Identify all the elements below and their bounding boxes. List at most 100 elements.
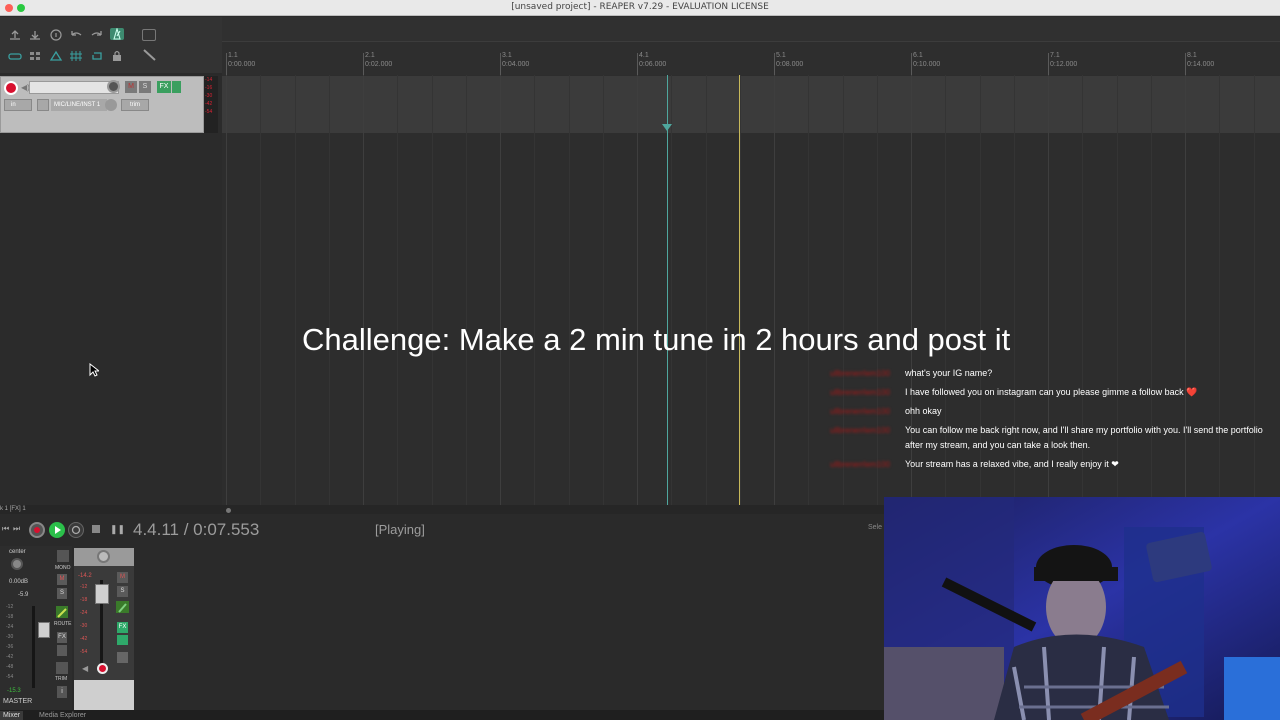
master-info-icon[interactable]: i xyxy=(57,686,67,698)
grid-line xyxy=(705,75,707,505)
master-meter-tick: -18 xyxy=(6,614,14,620)
loop-icon xyxy=(92,52,102,60)
title-bar: [unsaved project] - REAPER v7.29 - EVALU… xyxy=(0,0,1280,16)
undo-button[interactable] xyxy=(69,29,83,41)
input-monitor-button[interactable]: in xyxy=(4,99,32,111)
track-trim-button[interactable] xyxy=(117,652,128,663)
fx-bypass-button[interactable] xyxy=(172,81,181,93)
master-solo-button[interactable]: S xyxy=(57,588,67,599)
stop-button[interactable] xyxy=(92,525,100,533)
master-meter-tick: -24 xyxy=(6,624,14,630)
grid-line xyxy=(328,75,330,505)
track-fx-bypass-button[interactable] xyxy=(117,635,128,645)
stream-challenge-title: Challenge: Make a 2 min tune in 2 hours … xyxy=(302,322,1011,357)
mute-button[interactable]: M xyxy=(125,81,137,93)
go-to-start-icon[interactable]: ⏮ xyxy=(2,524,12,534)
ruler-time-label: 0:06.000 xyxy=(639,61,667,68)
loop-button[interactable] xyxy=(90,50,104,62)
selection-label: Sele xyxy=(868,524,883,531)
track-mute-button[interactable]: M xyxy=(117,572,128,583)
ruler-time-label: 0:00.000 xyxy=(228,61,256,68)
track-record-arm-button[interactable] xyxy=(97,663,108,674)
input-knob[interactable] xyxy=(105,99,117,111)
track-name-field[interactable] xyxy=(29,81,119,94)
redo-button[interactable] xyxy=(90,29,104,41)
ruler-bar-line xyxy=(774,53,775,75)
track-fx-button[interactable]: FX xyxy=(117,622,128,633)
track-meter-tick: -18 xyxy=(80,597,88,603)
grid-settings-button[interactable] xyxy=(142,29,156,41)
track-fader-handle[interactable] xyxy=(95,584,109,604)
mono-button[interactable] xyxy=(57,550,69,562)
lock-button[interactable] xyxy=(110,50,124,62)
track-channel-strip: -14.2 -12 -18 -24 -30 -42 -54 M S FX ◀ xyxy=(74,548,134,710)
chat-username: ullbrenerrlem100 xyxy=(830,388,891,397)
tab-media-explorer[interactable]: Media Explorer xyxy=(36,711,89,720)
snap-grid-button[interactable] xyxy=(69,50,83,62)
track-solo-button[interactable]: S xyxy=(117,586,128,597)
record-button[interactable] xyxy=(29,522,45,538)
new-project-button[interactable] xyxy=(8,29,22,41)
track-meter-tick: -24 xyxy=(80,610,88,616)
track-strip-name-area[interactable] xyxy=(74,680,134,710)
pause-button[interactable]: ❚❚ xyxy=(110,524,125,535)
route-button[interactable] xyxy=(56,606,68,618)
record-arm-button[interactable] xyxy=(4,81,18,95)
trim-button[interactable]: trim xyxy=(121,99,149,111)
open-project-button[interactable] xyxy=(28,29,42,41)
auto-crossfade-button[interactable] xyxy=(49,50,63,62)
chat-username: ullbrenerrlem100 xyxy=(830,369,891,378)
chat-message: ullbrenerrlem100 You can follow me back … xyxy=(830,423,1270,453)
crossfade-icon xyxy=(49,50,63,61)
reaper-window: [unsaved project] - REAPER v7.29 - EVALU… xyxy=(0,0,1280,720)
ruler-time-label: 0:04.000 xyxy=(502,61,530,68)
master-pan-knob[interactable] xyxy=(11,558,23,570)
play-icon xyxy=(55,526,61,534)
chat-text: ohh okay xyxy=(905,406,942,416)
metronome-button[interactable] xyxy=(110,28,124,40)
record-mode-button[interactable] xyxy=(37,99,49,111)
pencil-icon xyxy=(143,49,156,61)
grid-line xyxy=(568,75,570,505)
chat-message: ullbrenerrlem100 ohh okay xyxy=(830,404,1270,419)
master-fx-bypass-button[interactable] xyxy=(57,645,67,656)
grid-line xyxy=(294,75,296,505)
chat-username: ullbrenerrlem100 xyxy=(830,426,891,435)
ruler-bar-label: 5.1 xyxy=(776,52,786,59)
play-button[interactable] xyxy=(49,522,65,538)
master-trim-button[interactable] xyxy=(56,662,68,674)
master-fader-handle[interactable] xyxy=(38,622,50,638)
track-pan-knob[interactable] xyxy=(97,550,110,563)
scrollbar-knob[interactable] xyxy=(226,508,231,513)
track-route-button[interactable] xyxy=(116,601,129,613)
go-to-end-icon[interactable]: ⏭ xyxy=(13,524,23,534)
project-settings-button[interactable] xyxy=(49,29,63,41)
master-meter-tick: -48 xyxy=(6,664,14,670)
ruler-bar-label: 6.1 xyxy=(913,52,923,59)
track-lane[interactable] xyxy=(222,76,1280,133)
master-mute-button[interactable]: M xyxy=(57,574,67,585)
record-dot-icon xyxy=(34,527,40,533)
master-fader-track xyxy=(32,606,35,688)
ripple-edit-button[interactable] xyxy=(8,50,22,62)
tab-mixer[interactable]: Mixer xyxy=(0,711,24,720)
repeat-button[interactable] xyxy=(68,522,84,538)
chat-text: Your stream has a relaxed vibe, and I re… xyxy=(905,459,1119,469)
window-title: [unsaved project] - REAPER v7.29 - EVALU… xyxy=(511,2,769,12)
transport-bar: ⏮ ⏭ ❚❚ 4.4.11 / 0:07.553 [Playing] Sele xyxy=(0,514,885,546)
volume-knob[interactable] xyxy=(107,80,120,93)
envelope-mode-button[interactable] xyxy=(142,49,156,61)
fx-button[interactable]: FX xyxy=(157,81,171,93)
grid-icon xyxy=(30,52,40,60)
ruler-time-label: 0:02.000 xyxy=(365,61,393,68)
mouse-cursor xyxy=(89,362,101,382)
timeline-ruler[interactable]: 1.1 0:00.000 2.1 0:02.000 3.1 0:04.000 4.1 0:06… xyxy=(222,17,1280,75)
track-header[interactable]: ◀) M S FX in MIC/LINE/INST 1 trim xyxy=(0,76,204,133)
master-channel-strip: center 0.00dB -5.9 -12 -18 -24 -30 -36 -42 -48… xyxy=(0,546,72,710)
solo-button[interactable]: S xyxy=(139,81,151,93)
master-meter-tick: -12 xyxy=(6,604,14,610)
master-fx-button[interactable]: FX xyxy=(57,632,67,643)
grouping-button[interactable] xyxy=(28,50,42,62)
grid-line xyxy=(774,75,775,505)
input-select[interactable]: MIC/LINE/INST 1 xyxy=(51,99,107,111)
